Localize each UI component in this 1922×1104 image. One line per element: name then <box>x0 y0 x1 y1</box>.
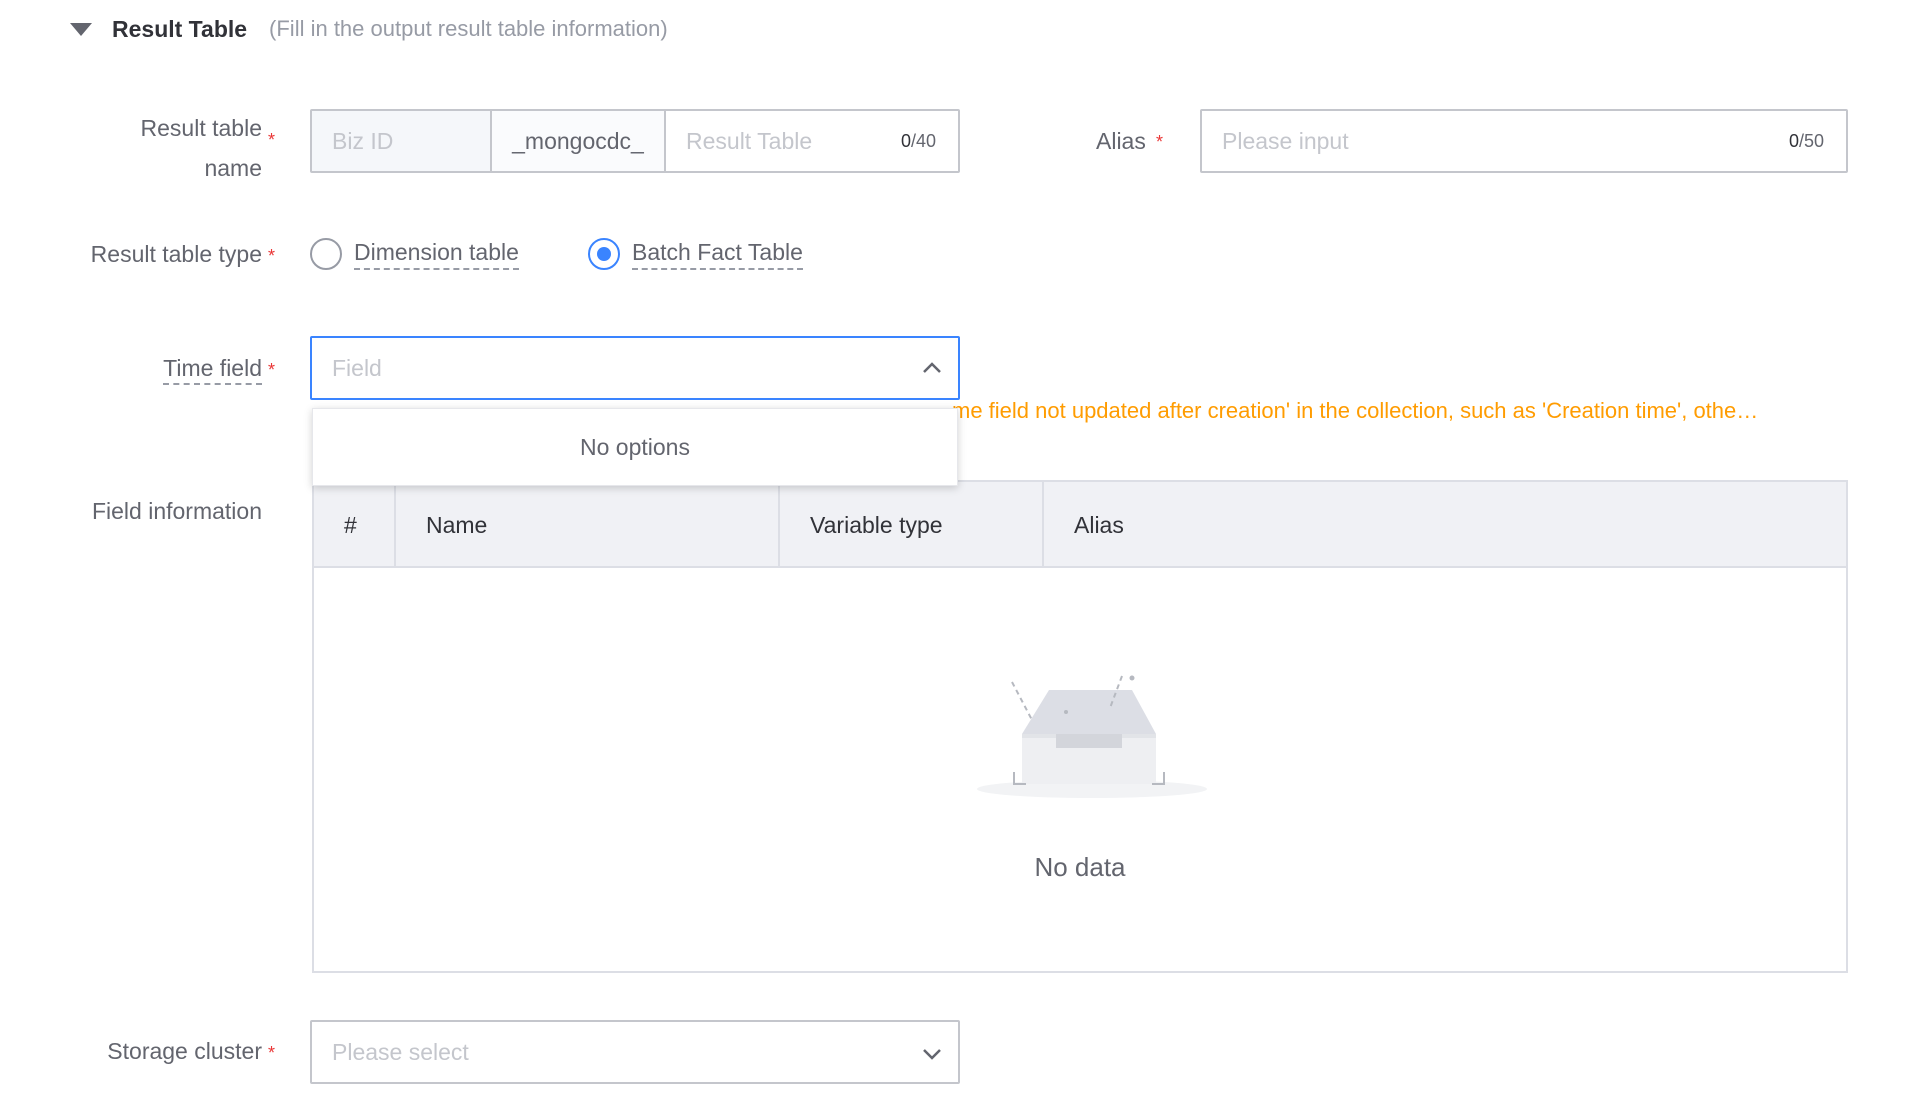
required-mark: * <box>268 1043 276 1063</box>
result-table-type-label: Result table type <box>90 241 262 267</box>
alias-label: Alias <box>1096 128 1146 154</box>
biz-id-placeholder: Biz ID <box>332 127 394 154</box>
mongocdc-segment: _mongocdc_ <box>492 111 666 171</box>
alias-counter: 0/50 <box>1788 131 1824 151</box>
result-table-name-label: Result table name <box>141 108 262 188</box>
chevron-up-icon <box>923 362 941 373</box>
field-information-table: # Name Variable type Alias No data <box>312 480 1848 973</box>
result-table-name-label-line1: Result table <box>140 115 262 141</box>
required-mark: * <box>1156 132 1164 152</box>
column-name: Name <box>396 482 780 568</box>
result-table-name-label-line2: name <box>204 155 262 181</box>
radio-circle[interactable] <box>310 238 342 270</box>
table-header: # Name Variable type Alias <box>314 482 1846 568</box>
time-field-warning: me field not updated after creation' in … <box>952 398 1759 423</box>
field-information-label: Field information <box>91 498 262 524</box>
radio-circle-checked[interactable] <box>588 238 620 270</box>
radio-label: Dimension table <box>354 239 519 270</box>
storage-cluster-label: Storage cluster <box>107 1038 262 1064</box>
required-mark: * <box>268 360 276 380</box>
result-table-placeholder: Result Table <box>686 127 813 154</box>
column-index: # <box>314 482 396 568</box>
result-table-form: Result Table (Fill in the output result … <box>0 0 1922 1104</box>
biz-id-input[interactable]: Biz ID <box>312 111 492 171</box>
radio-label: Batch Fact Table <box>632 239 803 270</box>
column-variable-type: Variable type <box>780 482 1044 568</box>
storage-cluster-placeholder: Please select <box>332 1038 469 1065</box>
result-table-input[interactable]: Result Table 0/40 <box>666 111 958 171</box>
no-data-text: No data <box>1034 852 1126 882</box>
time-field-select[interactable]: Field <box>310 336 960 400</box>
radio-batch-fact-table[interactable]: Batch Fact Table <box>588 234 803 274</box>
section-header[interactable]: Result Table (Fill in the output result … <box>70 12 668 46</box>
storage-cluster-select[interactable]: Please select <box>310 1020 960 1084</box>
required-mark: * <box>268 246 276 266</box>
radio-dimension-table[interactable]: Dimension table <box>310 234 519 274</box>
caret-down-icon[interactable] <box>70 21 92 37</box>
mongocdc-text: _mongocdc_ <box>512 127 644 154</box>
time-field-label: Time field <box>163 348 262 388</box>
alias-placeholder: Please input <box>1222 127 1349 154</box>
empty-box-icon <box>977 675 1207 798</box>
time-field-dropdown: No options <box>312 408 958 486</box>
time-field-placeholder: Field <box>332 354 382 381</box>
chevron-down-icon <box>923 1049 941 1060</box>
column-alias: Alias <box>1074 512 1124 538</box>
result-table-name-group: Biz ID _mongocdc_ Result Table 0/40 <box>310 109 960 173</box>
section-title: Result Table <box>112 15 248 42</box>
no-options-text: No options <box>580 433 690 460</box>
result-table-counter: 0/40 <box>900 131 936 151</box>
section-subtitle: (Fill in the output result table informa… <box>269 16 668 41</box>
time-field-label-text: Time field <box>163 355 262 385</box>
alias-input[interactable]: Please input 0/50 <box>1200 109 1848 173</box>
required-mark: * <box>268 130 276 150</box>
